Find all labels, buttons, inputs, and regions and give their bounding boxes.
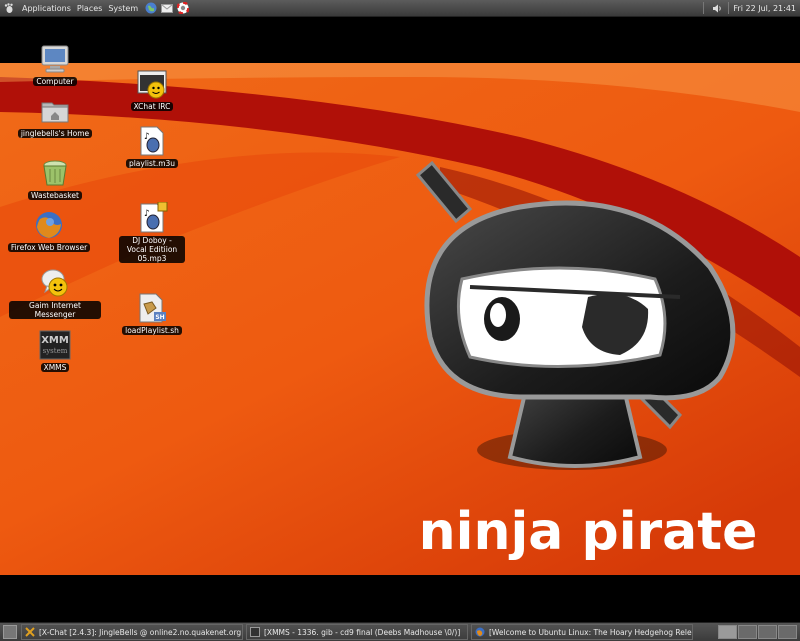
panel-separator (703, 2, 705, 14)
mail-icon[interactable] (160, 2, 173, 15)
desktop-icon-gaim[interactable]: Gaim Internet Messenger (9, 267, 101, 319)
svg-text:♪: ♪ (144, 209, 150, 219)
help-icon[interactable] (176, 2, 189, 15)
clock[interactable]: Fri 22 Jul, 21:41 (733, 4, 800, 13)
applications-menu[interactable]: Applications (19, 4, 74, 13)
taskbar-button-firefox[interactable]: [Welcome to Ubuntu Linux: The Hoary Hedg… (471, 624, 693, 640)
globe-icon[interactable] (144, 2, 157, 15)
desktop-icon-label: Firefox Web Browser (7, 243, 91, 252)
desktop[interactable]: ninja pirate Computer jinglebells's Home… (0, 17, 800, 621)
workspace-switcher (717, 625, 797, 639)
bottom-panel: [X-Chat [2.4.3]: JingleBells @ online2.n… (0, 622, 800, 641)
places-menu[interactable]: Places (74, 4, 105, 13)
desktop-icon-wastebasket[interactable]: Wastebasket (9, 157, 101, 200)
desktop-icon-xchat[interactable]: XChat IRC (106, 68, 198, 111)
task-label: [Welcome to Ubuntu Linux: The Hoary Hedg… (489, 627, 693, 637)
desktop-icon-playlist[interactable]: ♪ playlist.m3u (106, 125, 198, 168)
wastebasket-icon (43, 160, 67, 186)
volume-icon[interactable] (711, 2, 724, 15)
firefox-icon (475, 627, 485, 637)
wallpaper-text: ninja pirate (419, 502, 758, 562)
xmms-icon: XMMsystem (39, 330, 71, 360)
taskbar-button-xchat[interactable]: [X-Chat [2.4.3]: JingleBells @ online2.n… (21, 624, 243, 640)
computer-icon (41, 45, 69, 73)
desktop-icon-label: Gaim Internet Messenger (9, 301, 101, 319)
shell-script-icon: SH (139, 293, 166, 323)
system-menu[interactable]: System (105, 4, 141, 13)
desktop-icon-label: XChat IRC (130, 102, 174, 111)
xmms-icon (250, 627, 260, 637)
svg-text:system: system (43, 347, 68, 355)
top-panel: Applications Places System Fri 22 Jul, 2… (0, 0, 800, 17)
desktop-icon-label: Wastebasket (28, 191, 82, 200)
svg-text:♪: ♪ (144, 132, 150, 142)
desktop-icon-label: jinglebells's Home (17, 129, 93, 138)
show-desktop-button[interactable] (3, 625, 17, 639)
svg-text:XMM: XMM (41, 335, 69, 346)
desktop-icon-label: XMMS (40, 363, 70, 372)
workspace-3[interactable] (758, 625, 777, 639)
desktop-icon-label: DJ Doboy - Vocal Editiion 05.mp3 (119, 236, 185, 263)
home-folder-icon (41, 102, 69, 123)
desktop-icon-label: loadPlaylist.sh (122, 326, 182, 335)
taskbar-button-xmms[interactable]: [XMMS - 1336. gib - cd9 final (Deebs Mad… (246, 624, 468, 640)
workspace-4[interactable] (778, 625, 797, 639)
firefox-icon (36, 212, 62, 238)
desktop-icon-loadplaylist[interactable]: SH loadPlaylist.sh (106, 292, 198, 335)
desktop-icon-mp3[interactable]: ♪ DJ Doboy - Vocal Editiion 05.mp3 (106, 202, 198, 263)
gaim-icon (41, 269, 68, 297)
desktop-icon-computer[interactable]: Computer (9, 43, 101, 86)
task-label: [X-Chat [2.4.3]: JingleBells @ online2.n… (39, 627, 243, 637)
workspace-2[interactable] (738, 625, 757, 639)
desktop-icon-xmms[interactable]: XMM system XMMS (9, 329, 101, 372)
task-label: [XMMS - 1336. gib - cd9 final (Deebs Mad… (264, 627, 461, 637)
xchat-icon (137, 70, 167, 99)
desktop-icon-home[interactable]: jinglebells's Home (9, 95, 101, 138)
audio-file-icon: ♪ (140, 202, 168, 233)
svg-text:SH: SH (155, 314, 164, 321)
workspace-1[interactable] (718, 625, 737, 639)
desktop-icon-label: playlist.m3u (125, 159, 179, 168)
desktop-icon-label: Computer (33, 77, 77, 86)
panel-separator (728, 2, 730, 14)
desktop-icon-firefox[interactable]: Firefox Web Browser (3, 209, 95, 252)
xchat-icon (25, 627, 35, 637)
gnome-foot-icon[interactable] (3, 2, 15, 14)
audio-file-icon: ♪ (140, 126, 164, 156)
